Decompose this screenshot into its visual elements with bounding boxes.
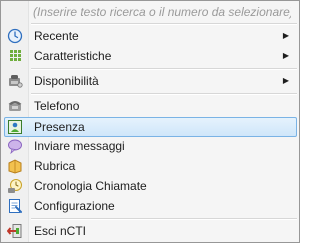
- menu-item-configurazione[interactable]: Configurazione: [4, 196, 297, 216]
- menu-item-label: Caratteristiche: [34, 49, 112, 63]
- clock-icon: [7, 28, 23, 44]
- menu-item-recente[interactable]: Recente ▶: [4, 26, 297, 46]
- menu-item-label: Configurazione: [34, 199, 115, 213]
- presence-icon: [7, 119, 23, 135]
- menu-item-presenza[interactable]: Presenza: [4, 117, 297, 137]
- menu-item-label: Presenza: [34, 120, 85, 134]
- menu-item-label: Disponibilità: [34, 74, 99, 88]
- menu-item-label: Recente: [34, 29, 79, 43]
- telephone-icon: [7, 98, 23, 114]
- grid-icon: [7, 48, 23, 64]
- address-book-icon: [7, 158, 23, 174]
- menu-item-disponibilita[interactable]: Disponibilità ▶: [4, 71, 297, 91]
- configuration-icon: [7, 198, 23, 214]
- search-input[interactable]: [29, 2, 295, 22]
- phone-status-icon: [7, 73, 23, 89]
- menu-item-esci-ncti[interactable]: Esci nCTI: [4, 221, 297, 241]
- menu-separator: [31, 23, 297, 25]
- menu-item-inviare-messaggi[interactable]: Inviare messaggi: [4, 136, 297, 156]
- menu-item-label: Inviare messaggi: [34, 139, 125, 153]
- submenu-arrow-icon: ▶: [282, 76, 289, 85]
- menu-item-label: Telefono: [34, 99, 80, 113]
- exit-icon: [7, 223, 23, 239]
- menu-separator: [31, 93, 297, 95]
- menu-separator: [31, 218, 297, 220]
- menu-item-telefono[interactable]: Telefono: [4, 96, 297, 116]
- menu-item-rubrica[interactable]: Rubrica: [4, 156, 297, 176]
- menu-item-label: Esci nCTI: [34, 224, 87, 238]
- menu-item-cronologia-chiamate[interactable]: Cronologia Chiamate: [4, 176, 297, 196]
- menu-item-label: Rubrica: [34, 159, 76, 173]
- menu-item-label: Cronologia Chiamate: [34, 179, 147, 193]
- search-box[interactable]: [29, 2, 295, 22]
- speech-bubble-icon: [7, 138, 23, 155]
- context-menu: Recente ▶ Caratteristiche ▶: [0, 0, 300, 243]
- menu-separator: [31, 68, 297, 70]
- menu-item-caratteristiche[interactable]: Caratteristiche ▶: [4, 46, 297, 66]
- submenu-arrow-icon: ▶: [282, 51, 289, 60]
- call-history-icon: [7, 178, 23, 194]
- submenu-arrow-icon: ▶: [282, 31, 289, 40]
